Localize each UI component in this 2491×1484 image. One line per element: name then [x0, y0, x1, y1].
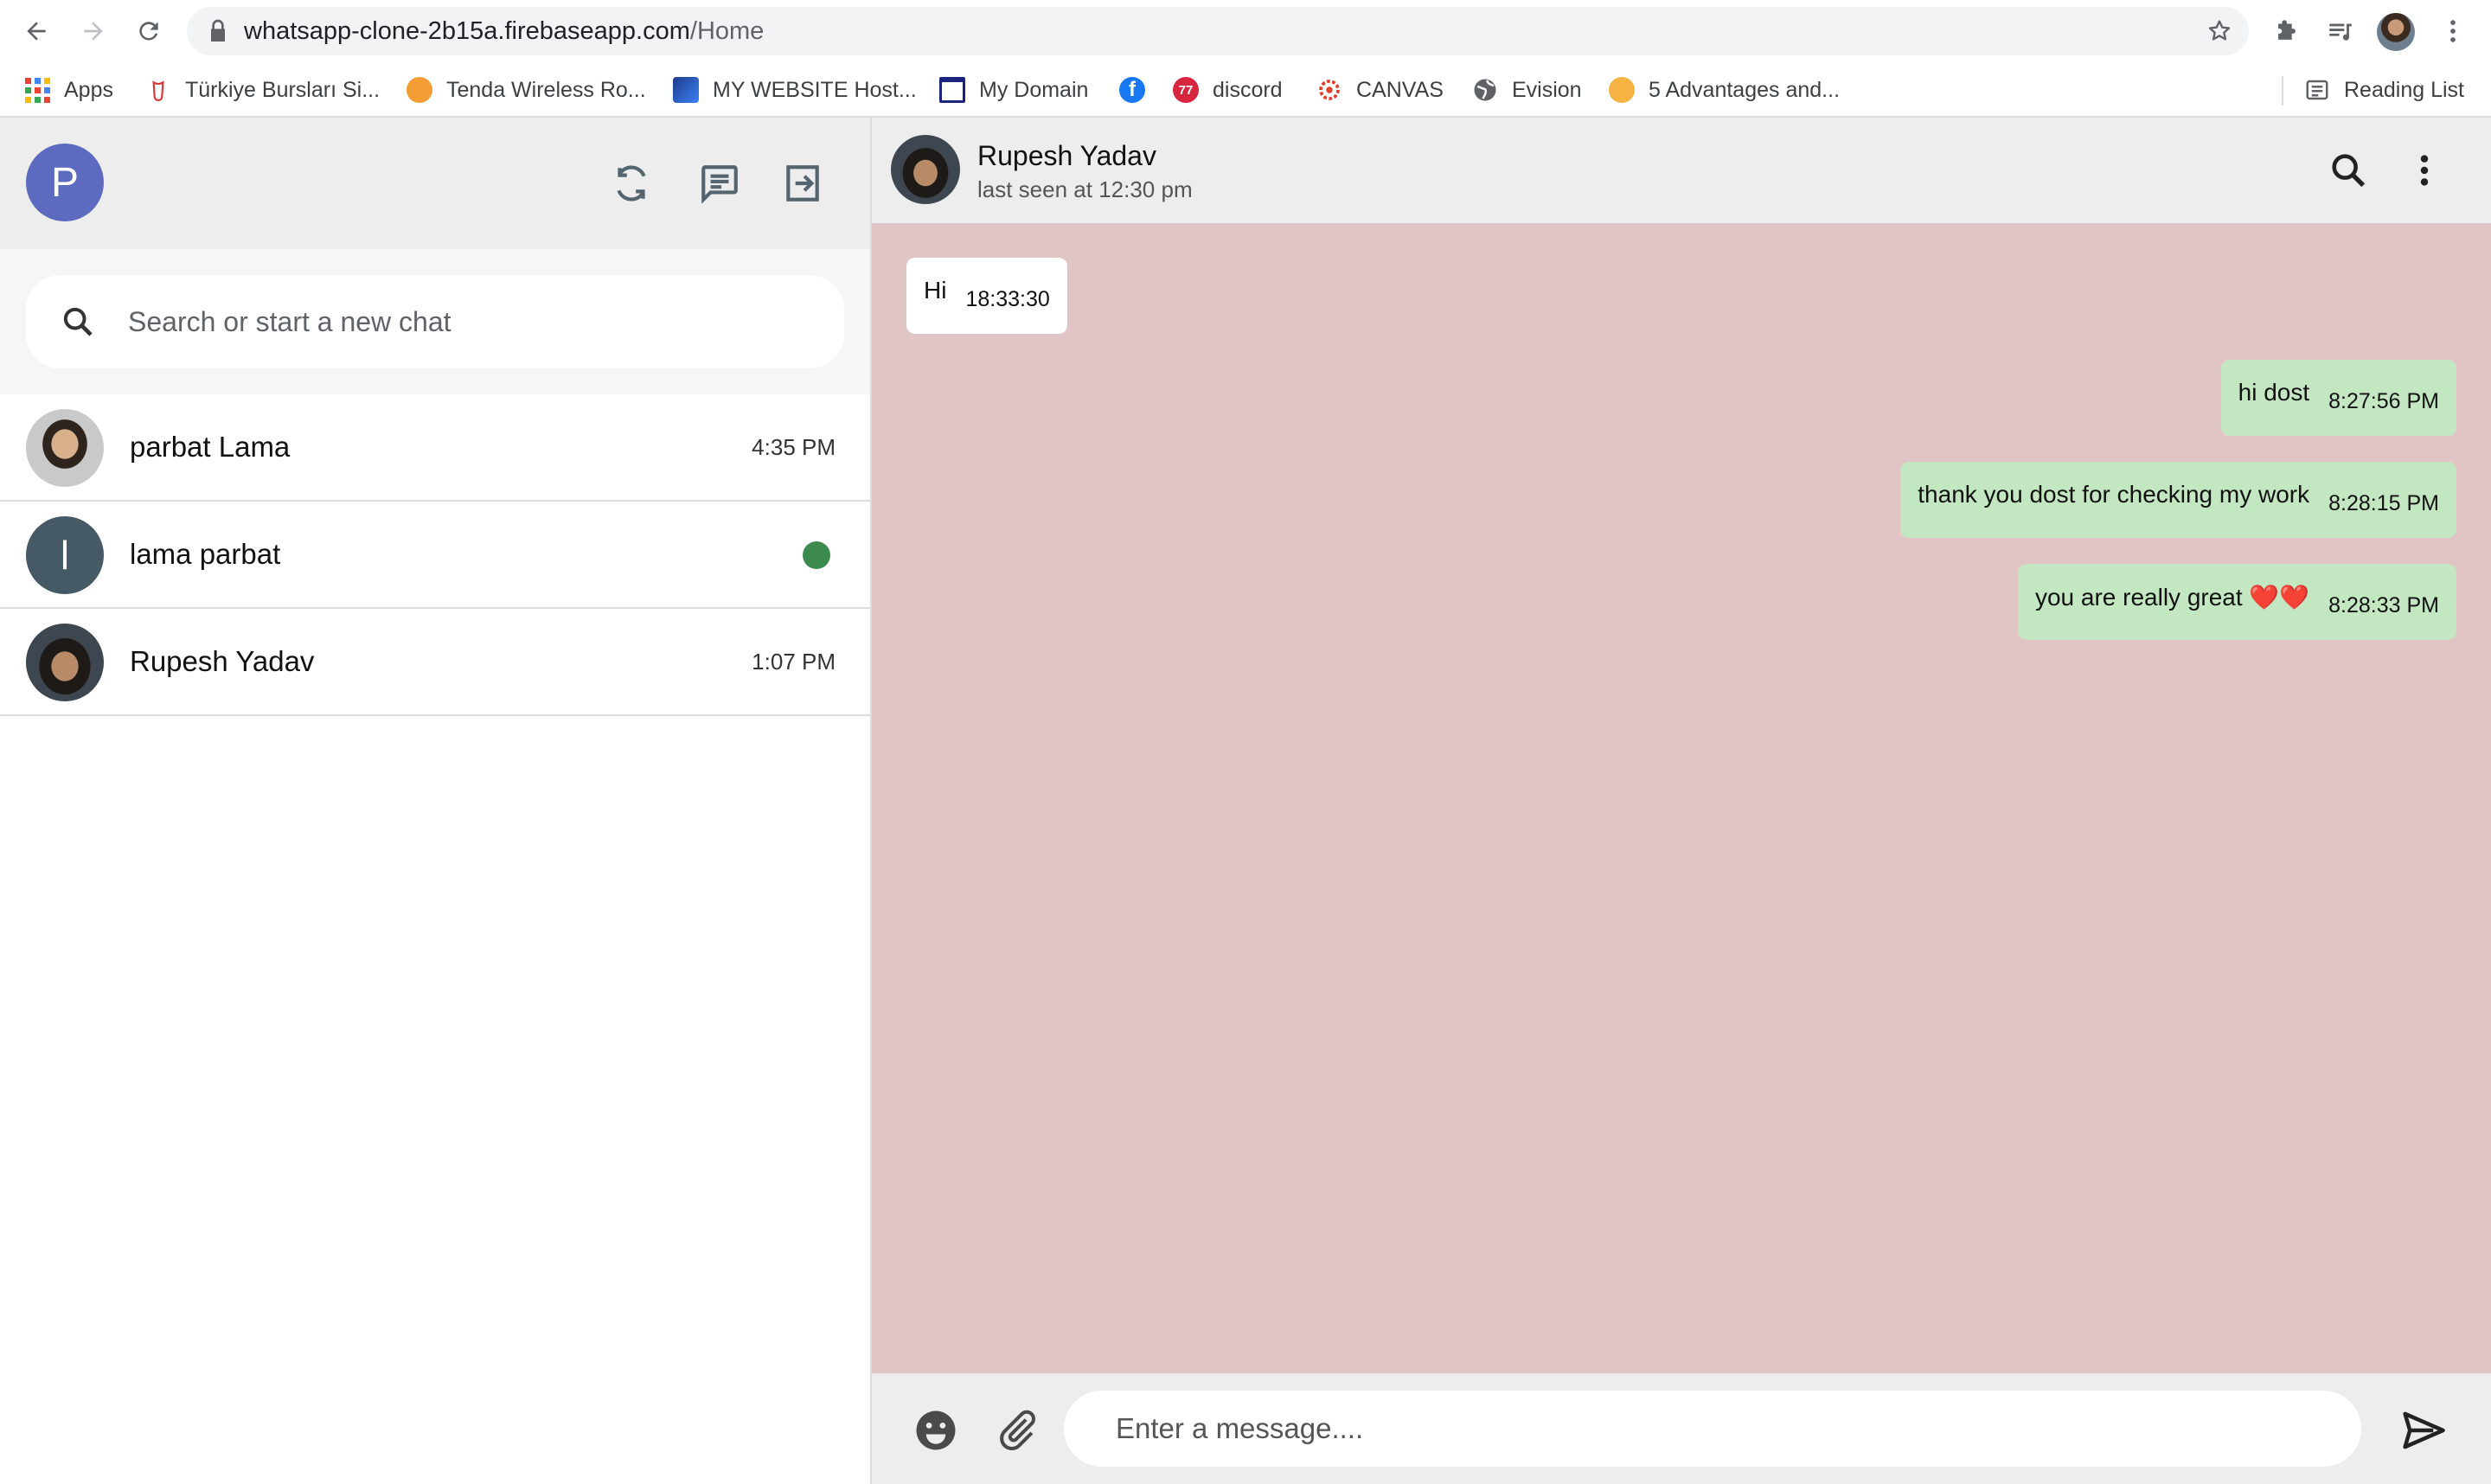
attach-paperclip-icon[interactable]: [993, 1406, 1041, 1455]
apps-grid-icon: [24, 77, 50, 103]
contact-name: Rupesh Yadav: [130, 645, 315, 677]
globe-icon: [1472, 77, 1498, 103]
reading-list-icon: [2304, 77, 2330, 103]
refresh-sync-icon[interactable]: [609, 161, 654, 206]
send-icon[interactable]: [2399, 1406, 2448, 1455]
online-status-dot: [803, 541, 830, 569]
bookmark-label: Tenda Wireless Ro...: [446, 77, 646, 102]
message-time: 18:33:30: [965, 286, 1050, 311]
outgoing-message: you are really great ❤️❤️ 8:28:33 PM: [2017, 564, 2456, 640]
message-text: hi dost: [2238, 379, 2310, 406]
more-options-kebab-icon[interactable]: [2403, 149, 2446, 192]
bookmark-evision[interactable]: Evision: [1472, 74, 1582, 106]
bookmark-star-icon[interactable]: [2206, 17, 2233, 45]
domain-icon: [939, 77, 965, 103]
last-message-time: 4:35 PM: [752, 434, 836, 460]
reading-list-label: Reading List: [2344, 77, 2464, 102]
reading-list-button[interactable]: Reading List: [2304, 74, 2464, 106]
bookmarks-separator: [2282, 76, 2283, 106]
chat-list-item[interactable]: parbat Lama 4:35 PM: [0, 394, 870, 502]
advantages-icon: [1609, 77, 1635, 103]
bookmark-label: MY WEBSITE Host...: [713, 77, 917, 102]
conversation-panel: Rupesh Yadav last seen at 12:30 pm Hi 18…: [872, 118, 2491, 1484]
search-bar: [26, 275, 844, 368]
lock-icon: [211, 19, 225, 42]
bookmark-apps[interactable]: Apps: [24, 74, 113, 106]
message-text: you are really great ❤️❤️: [2034, 583, 2310, 611]
bookmark-discord[interactable]: 77 discord: [1173, 74, 1283, 106]
contact-name: parbat Lama: [130, 431, 291, 463]
emoji-smiley-icon[interactable]: [912, 1406, 960, 1455]
bookmarks-bar: Apps Türkiye Bursları Si... Tenda Wirele…: [0, 62, 2491, 118]
website-host-icon: [673, 77, 699, 103]
address-bar[interactable]: whatsapp-clone-2b15a.firebaseapp.com/Hom…: [187, 7, 2249, 55]
bookmark-label: CANVAS: [1356, 77, 1444, 102]
new-chat-icon[interactable]: [697, 161, 742, 206]
url-text: whatsapp-clone-2b15a.firebaseapp.com/Hom…: [244, 17, 764, 45]
extensions-puzzle-icon[interactable]: [2271, 16, 2302, 47]
last-seen-status: last seen at 12:30 pm: [977, 176, 1193, 202]
discord-icon: 77: [1173, 77, 1199, 103]
bookmark-tenda[interactable]: Tenda Wireless Ro...: [407, 74, 646, 106]
facebook-icon: f: [1119, 77, 1145, 103]
bookmark-label: Türkiye Bursları Si...: [185, 77, 381, 102]
canvas-icon: [1316, 77, 1342, 103]
message-time: 8:28:33 PM: [2328, 592, 2439, 617]
message-list: Hi 18:33:30 hi dost 8:27:56 PM thank you…: [872, 223, 2491, 1373]
outgoing-message: thank you dost for checking my work 8:28…: [1900, 462, 2456, 538]
whatsapp-app: P parbat Lama 4:35 PM l: [0, 118, 2491, 1484]
browser-menu-kebab-icon[interactable]: [2437, 16, 2469, 47]
chat-list: parbat Lama 4:35 PM l lama parbat Rupesh…: [0, 394, 870, 716]
message-composer: [872, 1373, 2491, 1484]
chat-list-item[interactable]: l lama parbat: [0, 502, 870, 609]
bookmark-facebook[interactable]: f: [1119, 74, 1145, 106]
message-time: 8:28:15 PM: [2328, 490, 2439, 515]
url-path: /Home: [689, 17, 765, 45]
bookmark-label: My Domain: [979, 77, 1089, 102]
search-icon[interactable]: [2327, 149, 2370, 192]
media-playlist-icon[interactable]: [2325, 16, 2356, 47]
tenda-icon: [407, 77, 432, 103]
back-arrow-icon[interactable]: [17, 12, 55, 50]
contact-avatar: [26, 624, 104, 701]
message-input[interactable]: [1064, 1391, 2361, 1467]
outgoing-message: hi dost 8:27:56 PM: [2220, 360, 2456, 436]
search-input[interactable]: [128, 296, 803, 348]
message-text: thank you dost for checking my work: [1918, 481, 2310, 508]
contact-avatar: [26, 409, 104, 487]
chat-list-item[interactable]: Rupesh Yadav 1:07 PM: [0, 609, 870, 716]
bookmark-canvas[interactable]: CANVAS: [1316, 74, 1444, 106]
bookmark-5-advantages[interactable]: 5 Advantages and...: [1609, 74, 1840, 106]
forward-arrow-icon[interactable]: [74, 12, 112, 50]
bookmark-label: discord: [1213, 77, 1283, 102]
bookmark-website-host[interactable]: MY WEBSITE Host...: [673, 74, 917, 106]
contact-name: Rupesh Yadav: [977, 140, 1156, 171]
turkiye-burslari-icon: [145, 77, 171, 103]
sidebar: P parbat Lama 4:35 PM l: [0, 118, 872, 1484]
user-avatar[interactable]: P: [26, 144, 104, 221]
reload-icon[interactable]: [130, 12, 168, 50]
message-time: 8:27:56 PM: [2328, 388, 2439, 413]
bookmark-label: 5 Advantages and...: [1649, 77, 1841, 102]
contact-name: lama parbat: [130, 538, 281, 570]
url-host: whatsapp-clone-2b15a.firebaseapp.com: [244, 17, 690, 45]
conversation-header: Rupesh Yadav last seen at 12:30 pm: [872, 118, 2491, 223]
browser-profile-avatar[interactable]: [2377, 13, 2415, 51]
search-section: [0, 249, 870, 394]
logout-exit-icon[interactable]: [780, 161, 825, 206]
contact-avatar[interactable]: [891, 135, 960, 204]
message-text: Hi: [924, 277, 947, 304]
last-message-time: 1:07 PM: [752, 649, 836, 675]
contact-avatar: l: [26, 516, 104, 594]
bookmark-turkiye-burslari[interactable]: Türkiye Bursları Si...: [145, 74, 380, 106]
bookmark-my-domain[interactable]: My Domain: [939, 74, 1088, 106]
incoming-message: Hi 18:33:30: [906, 258, 1067, 334]
bookmark-label: Apps: [64, 77, 113, 102]
search-icon: [63, 307, 93, 336]
browser-toolbar: whatsapp-clone-2b15a.firebaseapp.com/Hom…: [0, 0, 2491, 62]
bookmark-label: Evision: [1512, 77, 1582, 102]
sidebar-header: P: [0, 118, 870, 249]
